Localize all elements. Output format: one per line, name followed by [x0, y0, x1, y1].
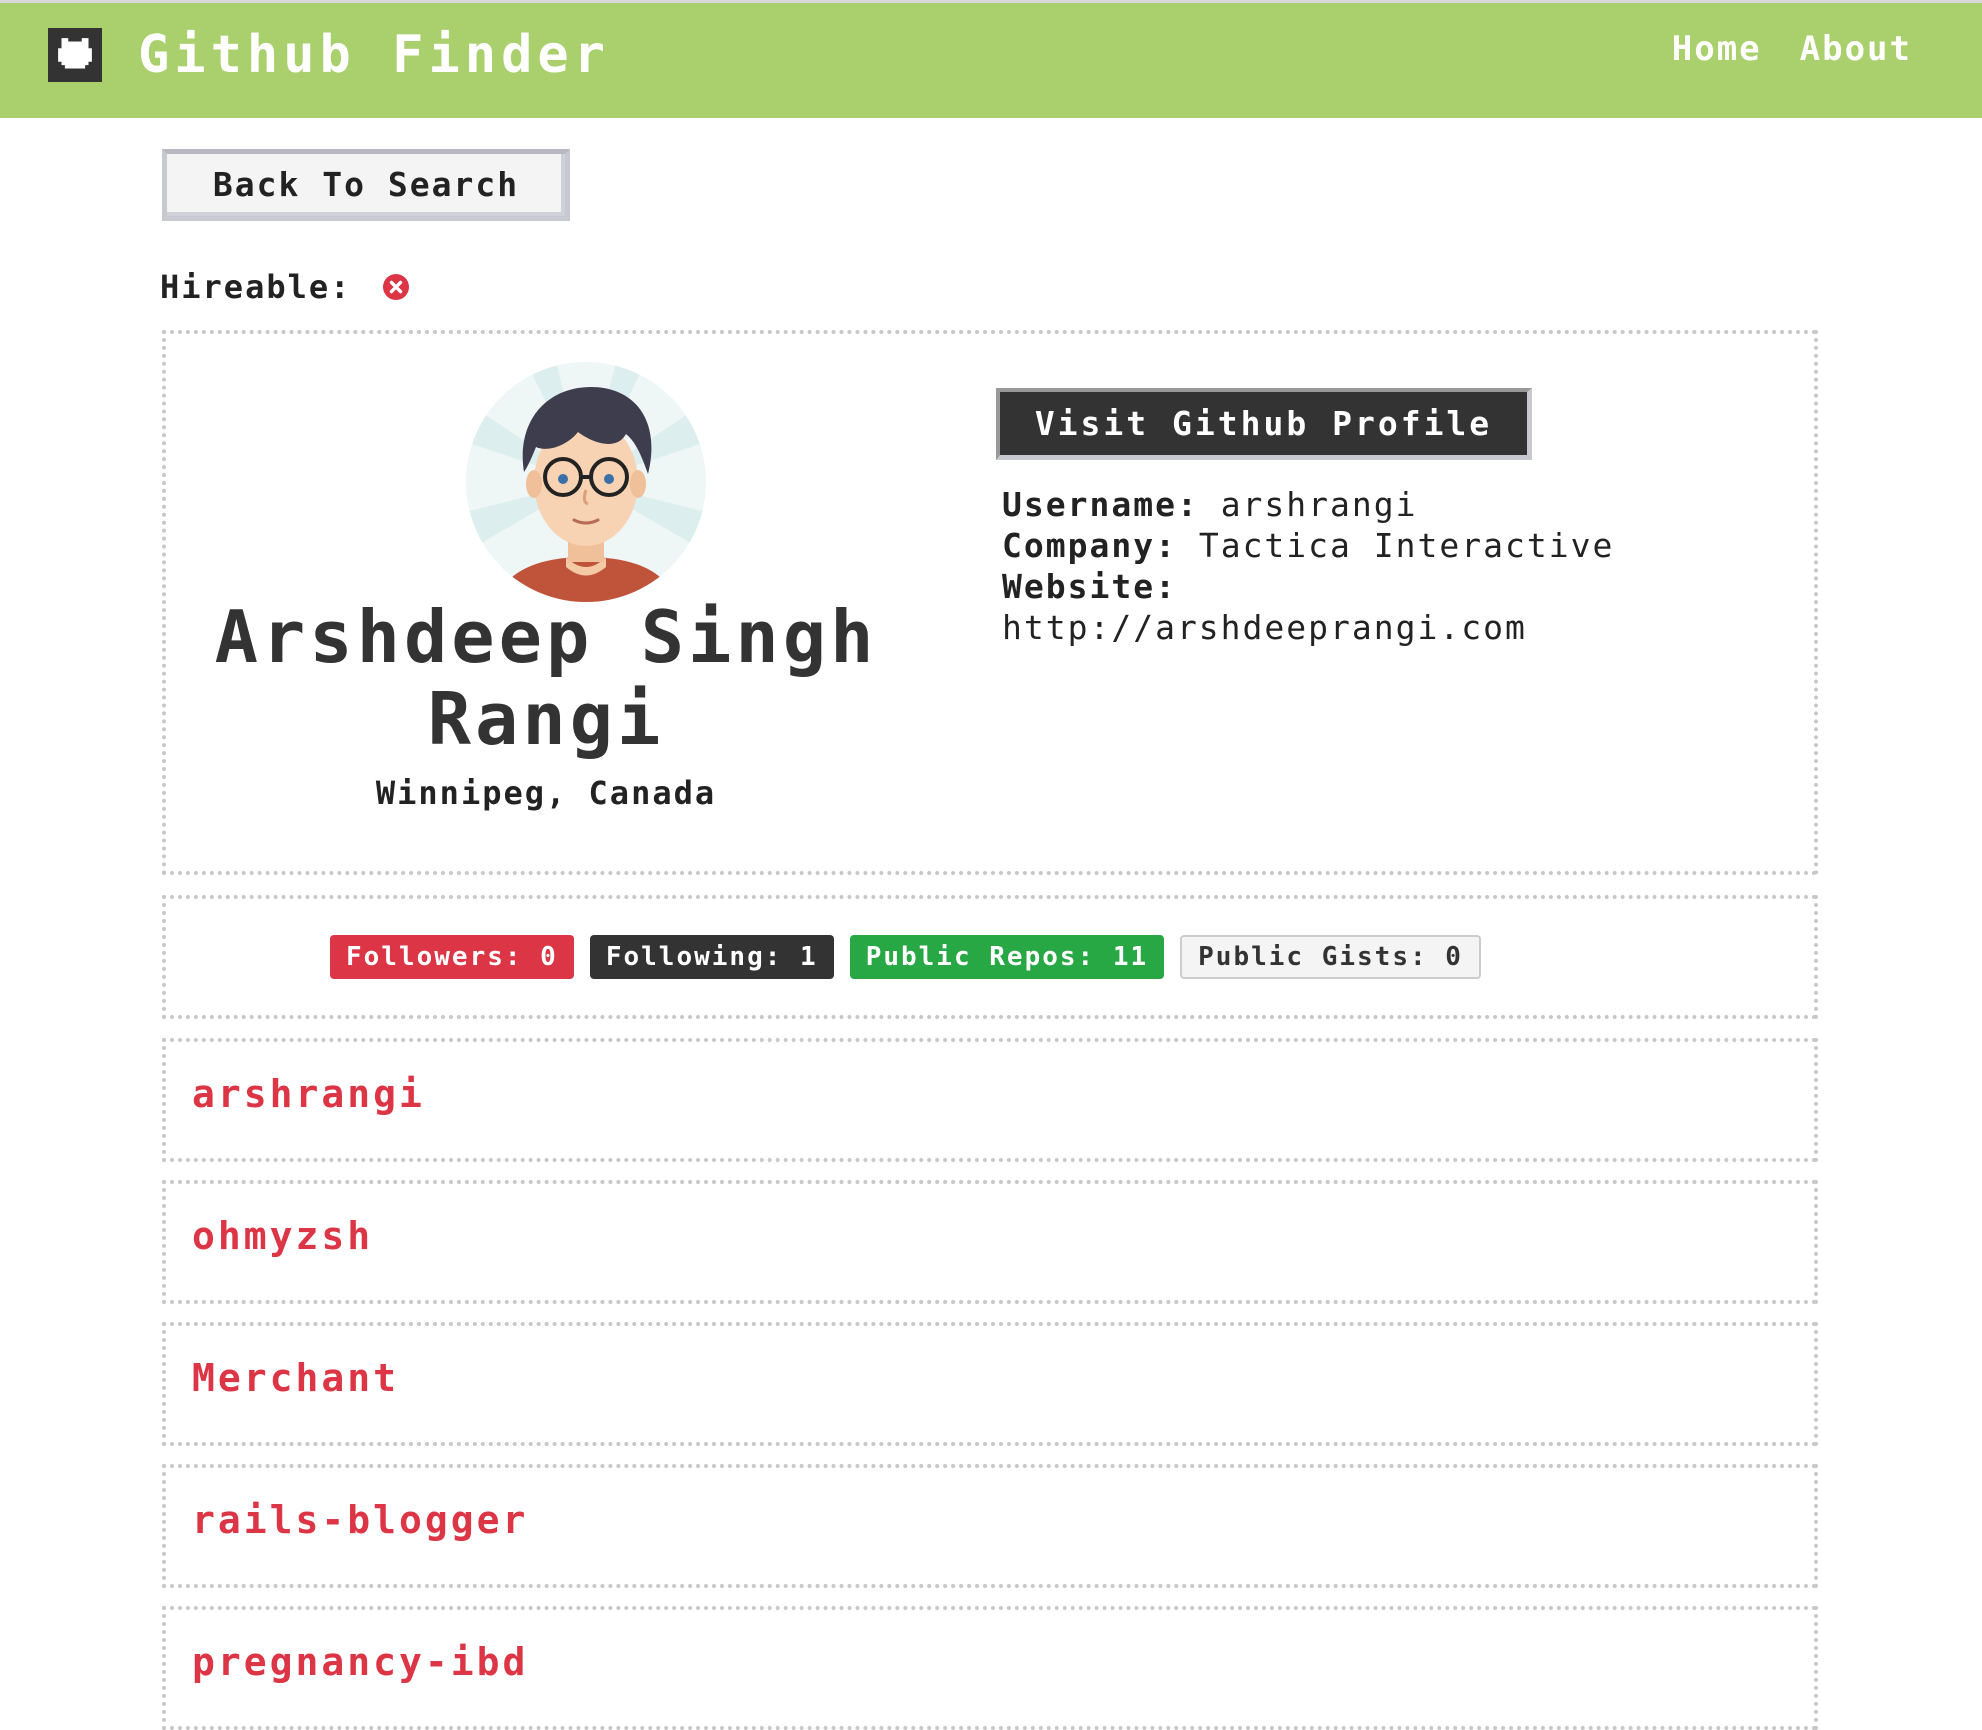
website-label: Website: — [1002, 567, 1177, 606]
website-row: Website: — [1002, 566, 1614, 607]
username-value: arshrangi — [1220, 485, 1418, 524]
repo-card: pregnancy-ibd — [162, 1606, 1818, 1730]
stats-badges: Followers: 0 Following: 1 Public Repos: … — [330, 935, 1481, 979]
back-to-search-button[interactable]: Back To Search — [162, 149, 570, 221]
repo-link[interactable]: rails-blogger — [192, 1498, 528, 1542]
hireable-label: Hireable: — [160, 268, 352, 306]
repo-link[interactable]: arshrangi — [192, 1072, 425, 1116]
navbar: Github Finder Home About — [0, 0, 1982, 118]
repo-card: Merchant — [162, 1322, 1818, 1446]
profile-location: Winnipeg, Canada — [375, 774, 717, 812]
avatar-image — [466, 362, 706, 602]
avatar — [466, 362, 706, 602]
profile-card: Arshdeep Singh Rangi Winnipeg, Canada Vi… — [162, 330, 1818, 875]
brand[interactable]: Github Finder — [48, 25, 610, 85]
company-label: Company: — [1002, 526, 1177, 565]
repo-card: rails-blogger — [162, 1464, 1818, 1588]
visit-github-profile-button[interactable]: Visit Github Profile — [996, 388, 1532, 460]
username-label: Username: — [1002, 485, 1199, 524]
stats-card: Followers: 0 Following: 1 Public Repos: … — [162, 895, 1818, 1019]
profile-name: Arshdeep Singh Rangi — [214, 595, 878, 761]
app-title: Github Finder — [138, 25, 610, 85]
nav-links: Home About — [1672, 29, 1912, 69]
followers-badge: Followers: 0 — [330, 935, 574, 979]
following-badge: Following: 1 — [589, 935, 834, 979]
profile-info: Username: arshrangi Company: Tactica Int… — [1002, 484, 1614, 648]
company-value: Tactica Interactive — [1198, 526, 1615, 565]
repo-card: arshrangi — [162, 1038, 1818, 1162]
github-icon — [48, 28, 102, 82]
public-gists-badge: Public Gists: 0 — [1180, 935, 1481, 979]
username-row: Username: arshrangi — [1002, 484, 1614, 525]
company-row: Company: Tactica Interactive — [1002, 525, 1614, 566]
repo-link[interactable]: Merchant — [192, 1356, 399, 1400]
nav-home-link[interactable]: Home — [1672, 29, 1762, 69]
repo-link[interactable]: pregnancy-ibd — [192, 1640, 528, 1684]
hireable-row: Hireable: — [160, 268, 410, 306]
nav-about-link[interactable]: About — [1800, 29, 1912, 69]
public-repos-badge: Public Repos: 11 — [849, 935, 1165, 979]
repo-link[interactable]: ohmyzsh — [192, 1214, 373, 1258]
repo-card: ohmyzsh — [162, 1180, 1818, 1304]
website-value: http://arshdeeprangi.com — [1002, 608, 1527, 647]
times-circle-icon — [383, 274, 410, 300]
